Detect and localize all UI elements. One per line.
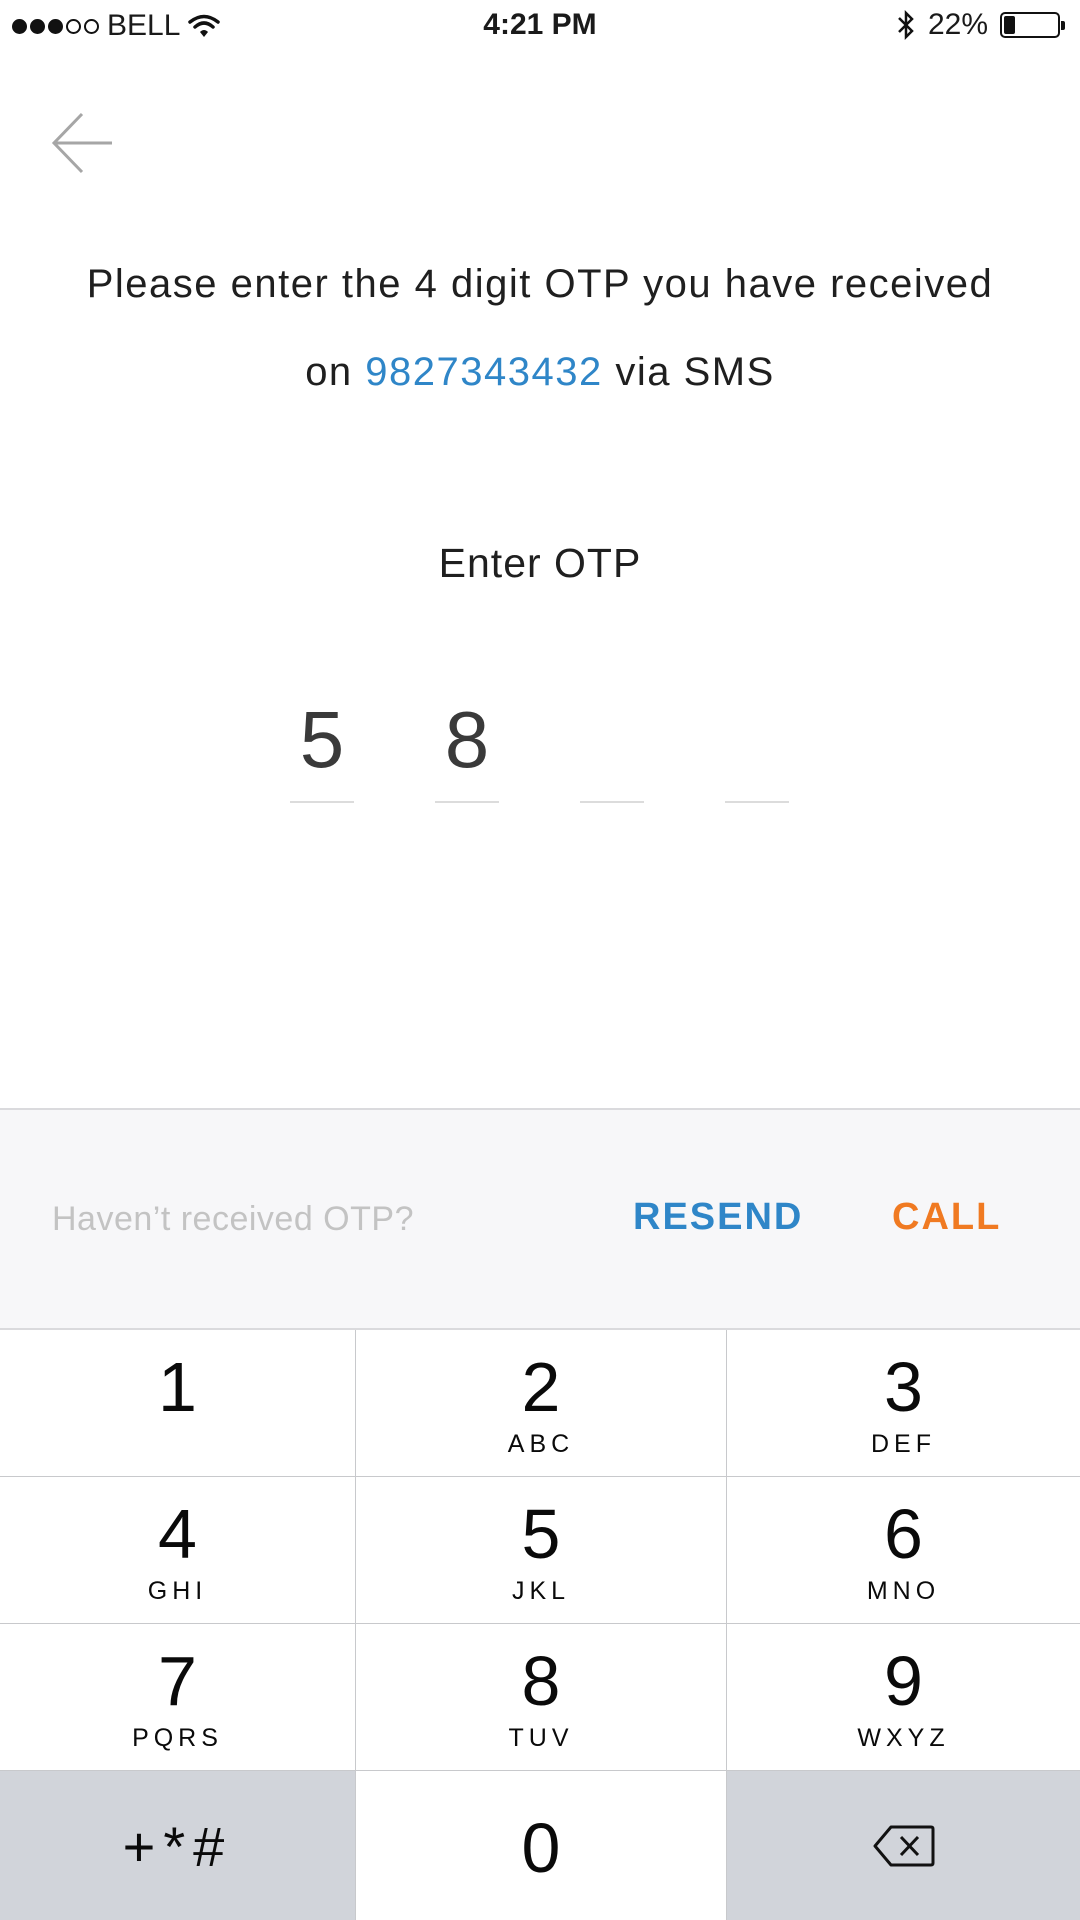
back-button[interactable] bbox=[48, 108, 118, 178]
otp-digit-2[interactable]: 8 bbox=[435, 690, 499, 803]
bluetooth-icon bbox=[898, 9, 914, 41]
key-digit: 5 bbox=[521, 1495, 561, 1573]
key-5[interactable]: 5 JKL bbox=[356, 1477, 727, 1624]
key-digit: 0 bbox=[521, 1809, 561, 1887]
key-letters: WXYZ bbox=[857, 1724, 950, 1752]
key-symbols[interactable]: +*# bbox=[0, 1771, 356, 1920]
battery-icon bbox=[1000, 12, 1065, 38]
status-right: 22% bbox=[896, 8, 1065, 42]
enter-otp-label: Enter OTP bbox=[438, 540, 642, 586]
key-0[interactable]: 0 bbox=[356, 1771, 727, 1920]
battery-fill bbox=[1004, 16, 1015, 34]
key-letters: ABC bbox=[507, 1430, 575, 1458]
numeric-keypad: 1 2 ABC 3 DEF 4 GHI 5 JKL 6 MNO 7 PQRS 8… bbox=[0, 1330, 1080, 1920]
key-letters: MNO bbox=[866, 1577, 941, 1605]
key-digit: 2 bbox=[521, 1348, 561, 1426]
symbols-label: +*# bbox=[122, 1815, 233, 1878]
call-button[interactable]: CALL bbox=[892, 1196, 1001, 1239]
resend-button[interactable]: RESEND bbox=[633, 1196, 803, 1239]
key-7[interactable]: 7 PQRS bbox=[0, 1624, 356, 1771]
back-arrow-icon bbox=[51, 112, 112, 174]
resend-bar: Haven’t received OTP? RESEND CALL bbox=[0, 1108, 1080, 1330]
backspace-icon bbox=[873, 1825, 934, 1866]
key-letters: GHI bbox=[147, 1577, 208, 1605]
key-letters: JKL bbox=[511, 1577, 571, 1605]
otp-digit-4[interactable] bbox=[725, 690, 789, 803]
instruction-suffix: via SMS bbox=[602, 350, 775, 394]
key-digit: 3 bbox=[884, 1348, 923, 1426]
phone-number: 9827343432 bbox=[365, 350, 603, 394]
otp-digit-1[interactable]: 5 bbox=[290, 690, 354, 803]
key-1[interactable]: 1 bbox=[0, 1330, 356, 1477]
key-3[interactable]: 3 DEF bbox=[727, 1330, 1080, 1477]
key-8[interactable]: 8 TUV bbox=[356, 1624, 727, 1771]
key-digit: 4 bbox=[158, 1495, 197, 1573]
resend-question: Haven’t received OTP? bbox=[52, 1200, 414, 1238]
key-2[interactable]: 2 ABC bbox=[356, 1330, 727, 1477]
key-digit: 6 bbox=[884, 1495, 923, 1573]
otp-digit-3[interactable] bbox=[580, 690, 644, 803]
key-letters: PQRS bbox=[132, 1724, 223, 1752]
key-letters: TUV bbox=[508, 1724, 574, 1752]
status-bar: BELL 4:21 PM 22% bbox=[0, 0, 1080, 50]
delete-key[interactable] bbox=[727, 1771, 1080, 1920]
key-digit: 1 bbox=[158, 1348, 197, 1426]
otp-input-group: 5 8 bbox=[290, 690, 790, 805]
otp-instruction: Please enter the 4 digit OTP you have re… bbox=[60, 240, 1020, 416]
key-4[interactable]: 4 GHI bbox=[0, 1477, 356, 1624]
key-digit: 9 bbox=[884, 1642, 923, 1720]
key-9[interactable]: 9 WXYZ bbox=[727, 1624, 1080, 1771]
battery-percent: 22% bbox=[927, 8, 988, 41]
key-6[interactable]: 6 MNO bbox=[727, 1477, 1080, 1624]
key-digit: 7 bbox=[158, 1642, 197, 1720]
key-letters: DEF bbox=[871, 1430, 936, 1458]
key-digit: 8 bbox=[521, 1642, 561, 1720]
